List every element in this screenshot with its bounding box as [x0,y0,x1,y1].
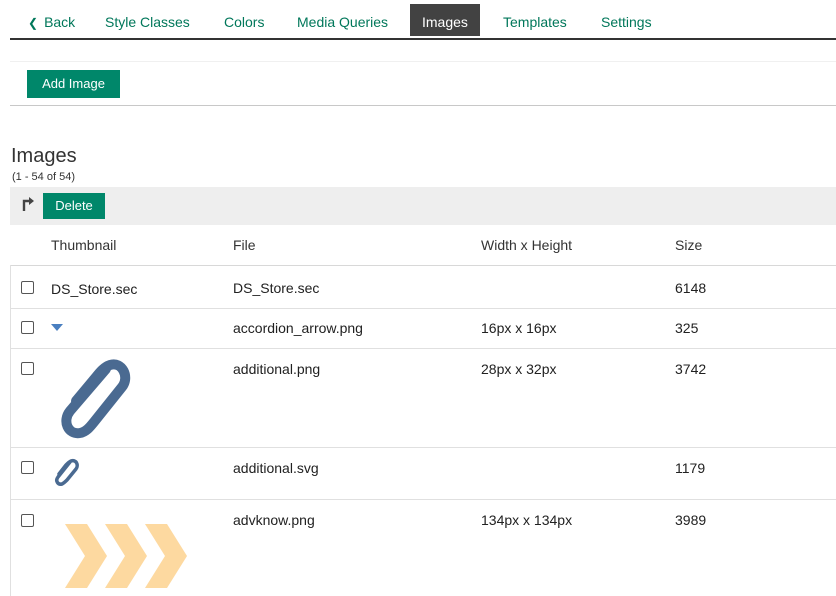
tab-images[interactable]: Images [410,4,480,36]
back-link[interactable]: ❮ Back [28,0,75,36]
file-name: additional.svg [233,460,319,476]
thumbnail-text: DS_Store.sec [51,281,138,297]
action-panel: Add Image [10,61,836,106]
table-toolbar: Delete [10,187,836,225]
paperclip-icon [55,458,79,486]
nav-tabs: ❮ Back Style Classes Colors Media Queries… [10,0,836,40]
row-checkbox[interactable] [21,321,34,334]
table-header: Thumbnail File Width x Height Size [10,225,836,266]
tab-style-classes[interactable]: Style Classes [105,0,190,36]
add-image-button[interactable]: Add Image [27,70,120,98]
file-size: 1179 [675,460,706,476]
chevron-left-icon: ❮ [28,16,39,30]
table-row: additional.png 28px x 32px 3742 [10,349,836,448]
row-checkbox[interactable] [21,514,34,527]
file-name: advknow.png [233,512,315,528]
paperclip-icon [61,359,131,439]
file-name: accordion_arrow.png [233,320,363,336]
file-size: 3742 [675,361,707,377]
tab-colors[interactable]: Colors [224,0,264,36]
back-label: Back [44,14,76,30]
file-size: 6148 [675,280,707,296]
accordion-arrow-icon [51,324,63,331]
file-size: 325 [675,320,699,336]
row-checkbox[interactable] [21,461,34,474]
file-dimensions: 28px x 32px [481,361,557,377]
column-header-thumbnail[interactable]: Thumbnail [51,237,116,253]
delete-button[interactable]: Delete [43,193,105,219]
tab-templates[interactable]: Templates [503,0,567,36]
table-row: advknow.png 134px x 134px 3989 [10,500,836,596]
table-row: DS_Store.sec DS_Store.sec 6148 [10,266,836,309]
chevrons-right-icon [65,524,187,588]
corner-up-right-icon [22,197,34,211]
row-checkbox[interactable] [21,362,34,375]
tab-media-queries[interactable]: Media Queries [297,0,388,36]
file-name: additional.png [233,361,321,377]
file-dimensions: 16px x 16px [481,320,557,336]
file-dimensions: 134px x 134px [481,512,573,528]
column-header-dimensions[interactable]: Width x Height [481,237,572,253]
column-header-size[interactable]: Size [675,237,702,253]
result-count: (1 - 54 of 54) [12,171,75,183]
row-checkbox[interactable] [21,281,34,294]
table-row: additional.svg 1179 [10,448,836,500]
tab-settings[interactable]: Settings [601,0,652,36]
file-name: DS_Store.sec [233,280,320,296]
page-title: Images [11,145,77,167]
column-header-file[interactable]: File [233,237,256,253]
table-row: accordion_arrow.png 16px x 16px 325 [10,309,836,349]
file-size: 3989 [675,512,707,528]
